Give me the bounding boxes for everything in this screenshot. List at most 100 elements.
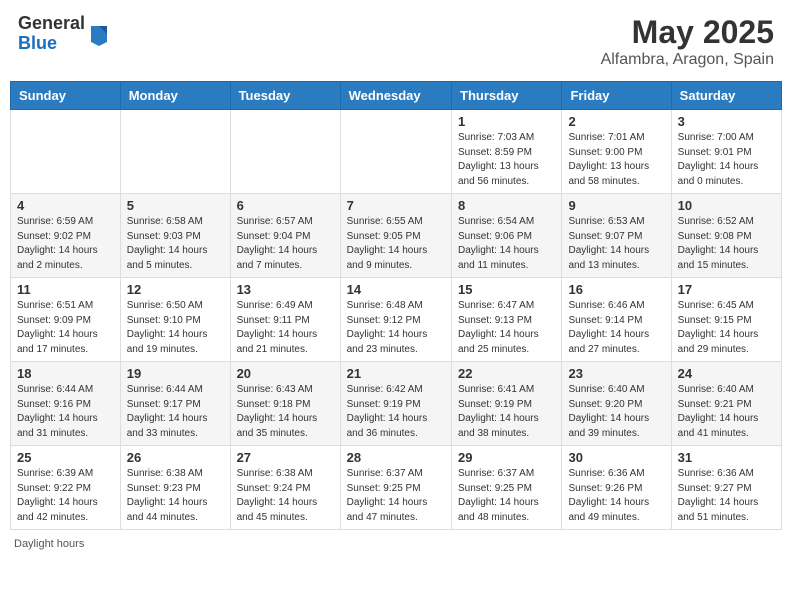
calendar-week-row: 1 Sunrise: 7:03 AM Sunset: 8:59 PM Daylig… bbox=[11, 110, 782, 194]
calendar-cell: 29 Sunrise: 6:37 AM Sunset: 9:25 PM Dayli… bbox=[452, 446, 562, 530]
day-info: Sunrise: 6:37 AM Sunset: 9:25 PM Dayligh… bbox=[458, 467, 555, 525]
calendar-week-row: 4 Sunrise: 6:59 AM Sunset: 9:02 PM Daylig… bbox=[11, 194, 782, 278]
day-number: 4 bbox=[17, 198, 114, 213]
calendar-cell: 8 Sunrise: 6:54 AM Sunset: 9:06 PM Daylig… bbox=[452, 194, 562, 278]
day-number: 25 bbox=[17, 450, 114, 465]
day-info: Sunrise: 6:43 AM Sunset: 9:18 PM Dayligh… bbox=[237, 383, 334, 441]
day-info: Sunrise: 6:57 AM Sunset: 9:04 PM Dayligh… bbox=[237, 215, 334, 273]
calendar-day-header: Friday bbox=[562, 82, 671, 110]
day-number: 8 bbox=[458, 198, 555, 213]
day-number: 23 bbox=[568, 366, 664, 381]
calendar-cell: 6Sunrise: 6:57 AM Sunset: 9:04 PM Daylig… bbox=[230, 194, 340, 278]
calendar-day-header: Sunday bbox=[11, 82, 121, 110]
location-title: Alfambra, Aragon, Spain bbox=[601, 51, 774, 69]
day-info: Sunrise: 6:42 AM Sunset: 9:19 PM Dayligh… bbox=[347, 383, 445, 441]
day-number: 29 bbox=[458, 450, 555, 465]
day-number: 18 bbox=[17, 366, 114, 381]
calendar-cell bbox=[11, 110, 121, 194]
calendar-day-header: Wednesday bbox=[340, 82, 451, 110]
calendar-day-header: Tuesday bbox=[230, 82, 340, 110]
calendar-cell: 4 Sunrise: 6:59 AM Sunset: 9:02 PM Daylig… bbox=[11, 194, 121, 278]
title-block: May 2025 Alfambra, Aragon, Spain bbox=[601, 14, 774, 69]
calendar-cell bbox=[230, 110, 340, 194]
day-number: 27 bbox=[237, 450, 334, 465]
day-info: Sunrise: 6:50 AM Sunset: 9:10 PM Dayligh… bbox=[127, 299, 224, 357]
calendar-cell bbox=[120, 110, 230, 194]
calendar-cell: 24 Sunrise: 6:40 AM Sunset: 9:21 PM Dayli… bbox=[671, 362, 781, 446]
day-number: 26 bbox=[127, 450, 224, 465]
calendar-cell: 13Sunrise: 6:49 AM Sunset: 9:11 PM Dayli… bbox=[230, 278, 340, 362]
day-info: Sunrise: 6:53 AM Sunset: 9:07 PM Dayligh… bbox=[568, 215, 664, 273]
calendar-week-row: 18 Sunrise: 6:44 AM Sunset: 9:16 PM Dayli… bbox=[11, 362, 782, 446]
day-info: Sunrise: 6:37 AM Sunset: 9:25 PM Dayligh… bbox=[347, 467, 445, 525]
calendar-cell bbox=[340, 110, 451, 194]
calendar-cell: 25Sunrise: 6:39 AM Sunset: 9:22 PM Dayli… bbox=[11, 446, 121, 530]
day-info: Sunrise: 6:54 AM Sunset: 9:06 PM Dayligh… bbox=[458, 215, 555, 273]
day-number: 14 bbox=[347, 282, 445, 297]
calendar-cell: 16 Sunrise: 6:46 AM Sunset: 9:14 PM Dayli… bbox=[562, 278, 671, 362]
calendar-cell: 12Sunrise: 6:50 AM Sunset: 9:10 PM Dayli… bbox=[120, 278, 230, 362]
calendar-day-header: Thursday bbox=[452, 82, 562, 110]
day-info: Sunrise: 6:45 AM Sunset: 9:15 PM Dayligh… bbox=[678, 299, 775, 357]
calendar-cell: 11Sunrise: 6:51 AM Sunset: 9:09 PM Dayli… bbox=[11, 278, 121, 362]
day-number: 1 bbox=[458, 114, 555, 129]
day-info: Sunrise: 6:44 AM Sunset: 9:16 PM Dayligh… bbox=[17, 383, 114, 441]
day-number: 16 bbox=[568, 282, 664, 297]
day-info: Sunrise: 6:51 AM Sunset: 9:09 PM Dayligh… bbox=[17, 299, 114, 357]
calendar-cell: 2Sunrise: 7:01 AM Sunset: 9:00 PM Daylig… bbox=[562, 110, 671, 194]
calendar-cell: 14 Sunrise: 6:48 AM Sunset: 9:12 PM Dayli… bbox=[340, 278, 451, 362]
calendar-cell: 23 Sunrise: 6:40 AM Sunset: 9:20 PM Dayli… bbox=[562, 362, 671, 446]
day-number: 7 bbox=[347, 198, 445, 213]
calendar-cell: 3Sunrise: 7:00 AM Sunset: 9:01 PM Daylig… bbox=[671, 110, 781, 194]
day-info: Sunrise: 6:40 AM Sunset: 9:20 PM Dayligh… bbox=[568, 383, 664, 441]
calendar-cell: 28 Sunrise: 6:37 AM Sunset: 9:25 PM Dayli… bbox=[340, 446, 451, 530]
calendar-cell: 31 Sunrise: 6:36 AM Sunset: 9:27 PM Dayli… bbox=[671, 446, 781, 530]
day-number: 30 bbox=[568, 450, 664, 465]
day-number: 24 bbox=[678, 366, 775, 381]
daylight-label: Daylight hours bbox=[14, 538, 84, 550]
calendar-footer: Daylight hours bbox=[10, 538, 782, 550]
day-info: Sunrise: 6:55 AM Sunset: 9:05 PM Dayligh… bbox=[347, 215, 445, 273]
logo-general-text: General bbox=[18, 14, 85, 34]
day-number: 15 bbox=[458, 282, 555, 297]
calendar-cell: 17 Sunrise: 6:45 AM Sunset: 9:15 PM Dayli… bbox=[671, 278, 781, 362]
day-number: 13 bbox=[237, 282, 334, 297]
calendar-day-header: Saturday bbox=[671, 82, 781, 110]
calendar-cell: 26 Sunrise: 6:38 AM Sunset: 9:23 PM Dayli… bbox=[120, 446, 230, 530]
calendar-cell: 20 Sunrise: 6:43 AM Sunset: 9:18 PM Dayli… bbox=[230, 362, 340, 446]
day-number: 28 bbox=[347, 450, 445, 465]
day-info: Sunrise: 6:59 AM Sunset: 9:02 PM Dayligh… bbox=[17, 215, 114, 273]
day-number: 2 bbox=[568, 114, 664, 129]
calendar-week-row: 25Sunrise: 6:39 AM Sunset: 9:22 PM Dayli… bbox=[11, 446, 782, 530]
day-info: Sunrise: 6:38 AM Sunset: 9:24 PM Dayligh… bbox=[237, 467, 334, 525]
day-info: Sunrise: 6:36 AM Sunset: 9:26 PM Dayligh… bbox=[568, 467, 664, 525]
day-info: Sunrise: 6:58 AM Sunset: 9:03 PM Dayligh… bbox=[127, 215, 224, 273]
page-header: General Blue May 2025 Alfambra, Aragon, … bbox=[10, 10, 782, 73]
calendar-header-row: SundayMondayTuesdayWednesdayThursdayFrid… bbox=[11, 82, 782, 110]
calendar-cell: 1 Sunrise: 7:03 AM Sunset: 8:59 PM Daylig… bbox=[452, 110, 562, 194]
day-info: Sunrise: 7:03 AM Sunset: 8:59 PM Dayligh… bbox=[458, 131, 555, 189]
day-info: Sunrise: 6:38 AM Sunset: 9:23 PM Dayligh… bbox=[127, 467, 224, 525]
day-number: 17 bbox=[678, 282, 775, 297]
calendar-cell: 21Sunrise: 6:42 AM Sunset: 9:19 PM Dayli… bbox=[340, 362, 451, 446]
month-title: May 2025 bbox=[601, 14, 774, 51]
logo-blue-text: Blue bbox=[18, 34, 85, 54]
day-info: Sunrise: 6:44 AM Sunset: 9:17 PM Dayligh… bbox=[127, 383, 224, 441]
calendar-cell: 10 Sunrise: 6:52 AM Sunset: 9:08 PM Dayli… bbox=[671, 194, 781, 278]
day-number: 9 bbox=[568, 198, 664, 213]
day-number: 20 bbox=[237, 366, 334, 381]
day-info: Sunrise: 6:52 AM Sunset: 9:08 PM Dayligh… bbox=[678, 215, 775, 273]
calendar-cell: 9 Sunrise: 6:53 AM Sunset: 9:07 PM Daylig… bbox=[562, 194, 671, 278]
day-number: 10 bbox=[678, 198, 775, 213]
calendar-cell: 5Sunrise: 6:58 AM Sunset: 9:03 PM Daylig… bbox=[120, 194, 230, 278]
day-info: Sunrise: 6:36 AM Sunset: 9:27 PM Dayligh… bbox=[678, 467, 775, 525]
day-info: Sunrise: 7:00 AM Sunset: 9:01 PM Dayligh… bbox=[678, 131, 775, 189]
logo-icon bbox=[89, 22, 109, 46]
day-number: 19 bbox=[127, 366, 224, 381]
day-number: 31 bbox=[678, 450, 775, 465]
calendar-day-header: Monday bbox=[120, 82, 230, 110]
day-info: Sunrise: 6:46 AM Sunset: 9:14 PM Dayligh… bbox=[568, 299, 664, 357]
day-info: Sunrise: 6:47 AM Sunset: 9:13 PM Dayligh… bbox=[458, 299, 555, 357]
day-info: Sunrise: 6:40 AM Sunset: 9:21 PM Dayligh… bbox=[678, 383, 775, 441]
day-info: Sunrise: 6:48 AM Sunset: 9:12 PM Dayligh… bbox=[347, 299, 445, 357]
